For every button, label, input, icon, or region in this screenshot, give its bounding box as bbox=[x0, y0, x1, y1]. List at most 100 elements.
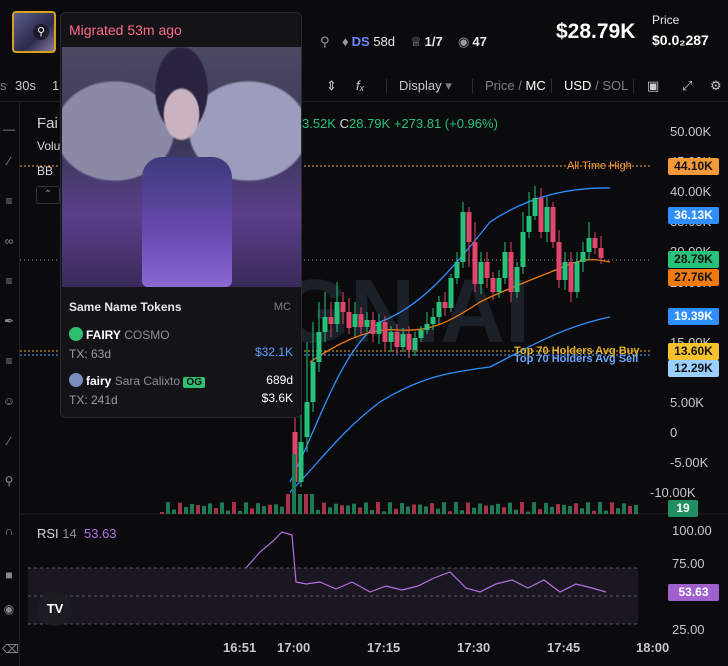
same-name-token-row[interactable]: FAIRY COSMO TX: 63d $32.1K bbox=[69, 327, 293, 361]
emoji-icon[interactable]: ☺ bbox=[2, 394, 16, 408]
time-axis-tick: 17:45 bbox=[547, 640, 581, 655]
volume-bar bbox=[214, 508, 218, 514]
time-axis-tick: 17:15 bbox=[367, 640, 401, 655]
interval-icon[interactable]: s bbox=[0, 78, 7, 93]
volume-bar bbox=[244, 502, 248, 514]
search-icon[interactable]: ⚲ bbox=[320, 34, 333, 50]
volume-bar bbox=[178, 502, 182, 514]
volume-bar bbox=[520, 502, 524, 514]
volume-bar bbox=[472, 507, 476, 514]
rsi-tag: 53.63 bbox=[668, 584, 719, 601]
candle bbox=[436, 302, 442, 317]
fib-icon[interactable]: ≡ bbox=[2, 194, 16, 208]
volume-bar bbox=[322, 502, 326, 514]
volume-bar bbox=[478, 503, 482, 514]
candle bbox=[340, 302, 346, 312]
volume-bar bbox=[406, 506, 410, 514]
volume-bar bbox=[274, 504, 278, 514]
token-thumbnail[interactable]: ⚲ bbox=[12, 11, 56, 53]
candle bbox=[316, 332, 322, 362]
toolbar-divider bbox=[472, 79, 473, 93]
zoom-icon[interactable]: ⚲ bbox=[2, 474, 16, 488]
projection-icon[interactable]: ≡ bbox=[2, 274, 16, 288]
ruler-icon[interactable]: ∕ bbox=[2, 434, 16, 448]
price-axis-tick: 40.00K bbox=[670, 184, 712, 200]
candle bbox=[322, 317, 328, 332]
display-dropdown[interactable]: Display ▾ bbox=[399, 78, 452, 94]
time-axis-tick: 18:00 bbox=[636, 640, 670, 655]
candle bbox=[448, 278, 454, 308]
volume-bar bbox=[340, 505, 344, 514]
token-image bbox=[62, 47, 301, 287]
price-axis-tick: -5.00K bbox=[670, 455, 709, 471]
price-axis-tick: 5.00K bbox=[670, 394, 704, 410]
volume-bar bbox=[628, 505, 632, 514]
volume-bar bbox=[238, 510, 242, 514]
dex-screener-badge[interactable]: ♦ DS 58d bbox=[342, 34, 395, 49]
avg-sell-tag: 12.29K bbox=[668, 360, 719, 377]
candle bbox=[472, 242, 478, 284]
drawing-tools-rail: — ∕ ≡ ∞ ≡ ✒ ≡ ☺ ∕ ⚲ ∩ ■ ◉ ⌫ bbox=[0, 102, 20, 666]
candle bbox=[442, 302, 448, 308]
candle bbox=[334, 302, 340, 324]
crosshair-icon[interactable]: — bbox=[2, 122, 16, 136]
candle bbox=[532, 198, 538, 216]
tradingview-logo[interactable]: TV bbox=[38, 592, 72, 626]
same-name-token-row[interactable]: fairy Sara Calixto OG TX: 241d 689d $3.6… bbox=[69, 373, 293, 407]
price-axis-tick: 0 bbox=[670, 425, 678, 440]
volume-bar bbox=[496, 503, 500, 514]
volume-bar bbox=[574, 503, 578, 514]
candle bbox=[310, 362, 316, 402]
ath-label: All Time High bbox=[567, 160, 632, 172]
volume-bar bbox=[334, 503, 338, 514]
candle bbox=[592, 238, 598, 248]
candle bbox=[598, 248, 604, 258]
lock-icon[interactable]: ■ bbox=[2, 568, 16, 582]
volume-bar bbox=[166, 502, 170, 514]
toolbar-divider bbox=[551, 79, 552, 93]
candle bbox=[352, 314, 358, 327]
volume-bar bbox=[424, 506, 428, 514]
pattern-icon[interactable]: ∞ bbox=[2, 234, 16, 248]
volume-bar bbox=[610, 502, 614, 514]
indicators-icon[interactable]: fₓ bbox=[356, 78, 365, 93]
candle bbox=[370, 320, 376, 334]
volume-bar bbox=[262, 506, 266, 514]
camera-icon[interactable]: ▣ bbox=[647, 78, 659, 94]
volume-bar bbox=[328, 507, 332, 514]
expand-icon[interactable]: ⤢ bbox=[682, 78, 692, 94]
volume-bar bbox=[490, 505, 494, 514]
trendline-icon[interactable]: ∕ bbox=[2, 154, 16, 168]
volume-bar bbox=[364, 502, 368, 514]
candle bbox=[490, 278, 496, 292]
text-icon[interactable]: ≡ bbox=[2, 354, 16, 368]
volume-bar bbox=[502, 507, 506, 514]
brush-icon[interactable]: ✒ bbox=[2, 314, 16, 328]
candle bbox=[376, 322, 382, 334]
visibility-icon[interactable]: ◉ bbox=[2, 602, 16, 616]
volume-bar bbox=[580, 508, 584, 514]
volume-bar bbox=[592, 510, 596, 514]
interval-1[interactable]: 1 bbox=[52, 78, 59, 93]
trash-icon[interactable]: ⌫ bbox=[2, 642, 19, 656]
volume-bar bbox=[412, 504, 416, 514]
candle bbox=[406, 334, 412, 350]
candle bbox=[460, 212, 466, 262]
collapse-legend-button[interactable]: ⌃ bbox=[36, 186, 60, 204]
volume-bar bbox=[394, 508, 398, 514]
currency-toggle[interactable]: USD / SOL bbox=[564, 78, 628, 93]
bb-lower-tag: 19.39K bbox=[668, 308, 719, 325]
compare-icon[interactable]: ⇕ bbox=[326, 78, 337, 94]
ds-age: 58d bbox=[373, 34, 396, 49]
volume-bar bbox=[604, 510, 608, 514]
price-mc-toggle[interactable]: Price / MC bbox=[485, 78, 546, 93]
search-icon[interactable]: ⚲ bbox=[33, 24, 49, 40]
og-badge: OG bbox=[183, 377, 205, 388]
interval-30s[interactable]: 30s bbox=[15, 78, 36, 93]
gear-icon[interactable]: ⚙ bbox=[710, 78, 722, 94]
magnet-icon[interactable]: ∩ bbox=[2, 524, 16, 538]
volume-bar bbox=[436, 508, 440, 514]
token-mc: $3.6K bbox=[261, 391, 293, 405]
volume-bar bbox=[598, 502, 602, 514]
volume-bar bbox=[544, 502, 548, 514]
